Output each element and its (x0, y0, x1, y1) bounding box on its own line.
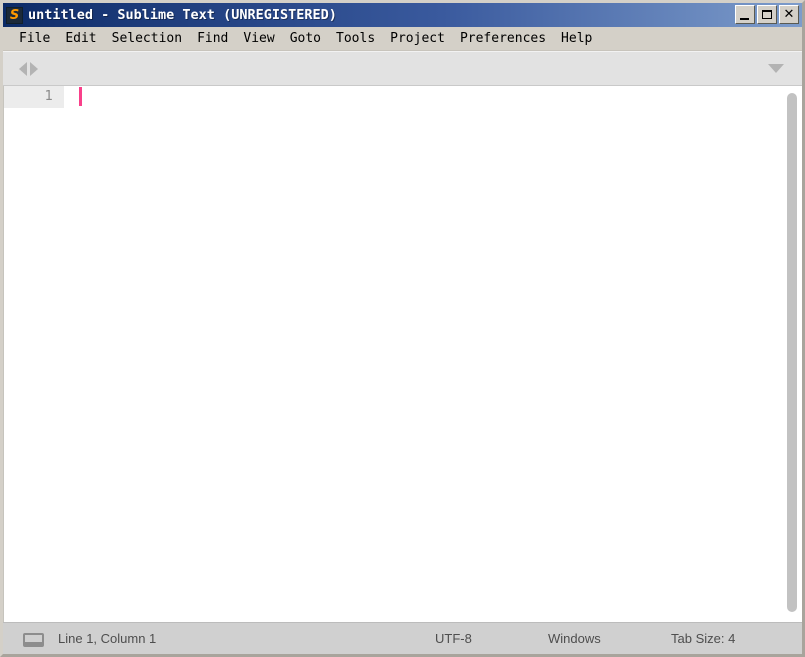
status-line-ending[interactable]: Windows (548, 631, 601, 646)
menu-item-tools[interactable]: Tools (329, 29, 383, 48)
line-number-1: 1 (44, 89, 53, 104)
menu-bar: File Edit Selection Find View Goto Tools… (3, 27, 802, 51)
menu-item-view[interactable]: View (236, 29, 282, 48)
status-cursor-position: Line 1, Column 1 (58, 631, 157, 646)
window-title: untitled - Sublime Text (UNREGISTERED) (28, 7, 337, 23)
menu-item-project[interactable]: Project (383, 29, 453, 48)
chevron-down-icon[interactable] (768, 64, 784, 73)
triangle-right-icon[interactable] (30, 61, 38, 76)
minimize-icon (740, 18, 749, 20)
window-controls: ✕ (735, 5, 799, 24)
menu-item-file[interactable]: File (12, 29, 58, 48)
tab-scroll-controls (19, 61, 38, 76)
line-number-gutter: 1 (4, 86, 64, 622)
maximize-icon (762, 10, 772, 19)
menu-item-find[interactable]: Find (190, 29, 236, 48)
menu-item-edit[interactable]: Edit (58, 29, 104, 48)
menu-item-goto[interactable]: Goto (283, 29, 329, 48)
menu-item-help[interactable]: Help (554, 29, 600, 48)
gutter-current-line-highlight (4, 86, 64, 108)
vertical-scrollbar[interactable] (786, 86, 798, 622)
tab-bar (3, 51, 802, 86)
menu-item-preferences[interactable]: Preferences (453, 29, 554, 48)
status-bar: Line 1, Column 1 UTF-8 Windows Tab Size:… (3, 622, 802, 654)
application-window: S untitled - Sublime Text (UNREGISTERED)… (0, 0, 805, 657)
maximize-button[interactable] (757, 5, 777, 24)
status-tab-size[interactable]: Tab Size: 4 (671, 631, 735, 646)
sublime-text-icon: S (6, 6, 23, 24)
close-icon: ✕ (783, 7, 795, 22)
scrollbar-thumb[interactable] (787, 93, 797, 612)
editor-area[interactable]: 1 (3, 86, 802, 622)
console-icon[interactable] (23, 633, 44, 647)
status-encoding[interactable]: UTF-8 (435, 631, 472, 646)
title-bar: S untitled - Sublime Text (UNREGISTERED)… (3, 3, 802, 27)
app-icon-glyph: S (9, 7, 20, 23)
triangle-left-icon[interactable] (19, 61, 27, 76)
menu-item-selection[interactable]: Selection (105, 29, 190, 48)
minimize-button[interactable] (735, 5, 755, 24)
close-button[interactable]: ✕ (779, 5, 799, 24)
text-caret (79, 87, 82, 106)
code-content[interactable] (64, 86, 802, 622)
